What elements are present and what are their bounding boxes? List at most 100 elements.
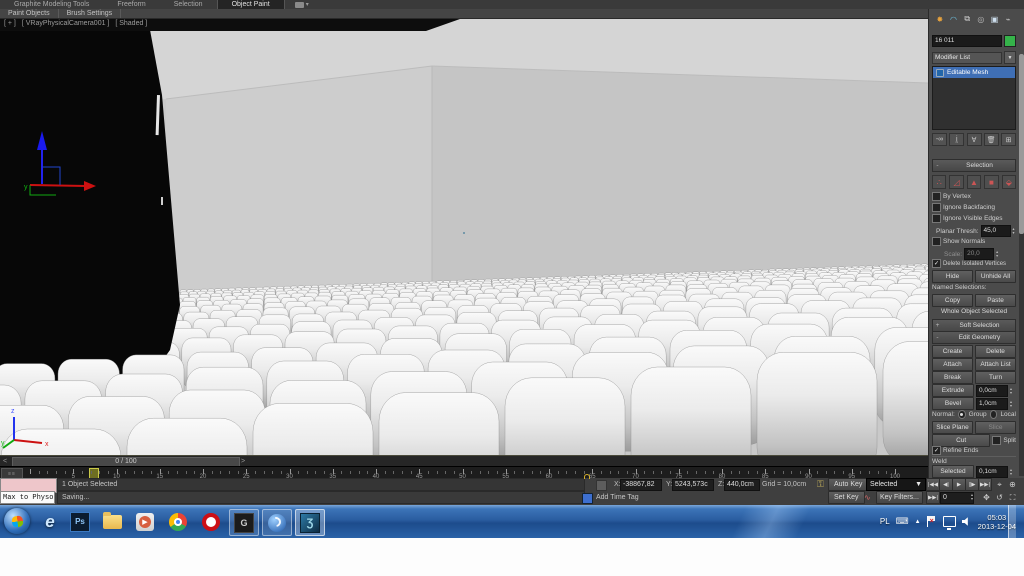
zoom-extents-icon[interactable]: ⊕ — [1006, 479, 1019, 490]
spinner-icon[interactable]: ▴▾ — [1010, 468, 1016, 476]
copy-button[interactable]: Copy — [932, 294, 973, 307]
object-name-field[interactable]: 16 011 — [932, 35, 1002, 47]
delete-isolated-checkbox[interactable]: ✓ — [932, 259, 941, 268]
previous-frame-button[interactable]: ◀| — [939, 478, 953, 491]
object-color-swatch[interactable] — [1004, 35, 1016, 47]
viewport[interactable]: y z x y [ + ] [ VRayPhysicalCamera001 ] … — [0, 19, 928, 455]
extrude-button[interactable]: Extrude — [932, 384, 974, 397]
keyboard-icon[interactable]: ⌨ — [896, 516, 909, 527]
ribbon-minimize-button[interactable]: ▾ — [295, 1, 309, 8]
ribbon-tab-graphite[interactable]: Graphite Modeling Tools — [0, 0, 103, 9]
remove-modifier-icon[interactable]: 🗑 — [984, 133, 999, 146]
set-key-button[interactable]: Set Key — [828, 491, 865, 504]
spinner-icon[interactable]: ▴▾ — [971, 493, 977, 501]
vertex-subobject-icon[interactable]: ∴ — [932, 175, 946, 189]
zoom-icon[interactable]: ⌖ — [993, 479, 1006, 490]
attach-list-button[interactable]: Attach List — [975, 358, 1016, 371]
ribbon-tab-object-paint[interactable]: Object Paint — [217, 0, 285, 9]
utilities-tab-icon[interactable]: ⌁ — [1002, 13, 1014, 25]
scrollbar-thumb[interactable] — [1019, 54, 1024, 234]
edit-geometry-rollout-header[interactable]: - Edit Geometry — [932, 331, 1016, 344]
absolute-mode-icon[interactable] — [596, 480, 607, 491]
taskbar-swirl-app[interactable] — [262, 509, 292, 536]
create-tab-icon[interactable]: ✸ — [934, 13, 946, 25]
show-desktop-button[interactable] — [1008, 505, 1016, 538]
taskbar-media-player[interactable]: ▶ — [131, 509, 159, 534]
set-keys-icon[interactable]: ∿ — [864, 493, 871, 502]
face-subobject-icon[interactable]: ▲ — [967, 175, 981, 189]
modifier-stack[interactable]: Editable Mesh — [932, 66, 1016, 130]
selection-set-dropdown[interactable]: Selected▼ — [866, 478, 926, 491]
extrude-field[interactable]: 0,0cm — [976, 385, 1008, 397]
chevron-down-icon[interactable]: ▼ — [1004, 51, 1016, 64]
by-vertex-checkbox[interactable] — [932, 192, 941, 201]
go-to-start-button[interactable]: |◀◀ — [926, 478, 940, 491]
play-button[interactable]: ▶ — [952, 478, 966, 491]
turn-button[interactable]: Turn — [975, 371, 1016, 384]
next-frame-arrow[interactable]: > — [241, 457, 245, 466]
key-filters-button[interactable]: Key Filters... — [876, 491, 923, 504]
selection-rollout-header[interactable]: - Selection — [932, 159, 1016, 172]
taskbar-explorer[interactable] — [98, 509, 126, 534]
attach-button[interactable]: Attach — [932, 358, 973, 371]
slice-button[interactable]: Slice — [975, 421, 1016, 434]
viewport-pov-menu[interactable]: [ VRayPhysicalCamera001 ] — [22, 20, 110, 27]
network-icon[interactable] — [943, 516, 956, 527]
ribbon-panel-paint-objects[interactable]: Paint Objects — [0, 9, 59, 18]
refine-ends-checkbox[interactable]: ✓ — [932, 446, 941, 455]
ignore-visible-edges-checkbox[interactable] — [932, 214, 941, 223]
modify-tab-icon[interactable]: ◠ — [948, 13, 960, 25]
taskbar-chrome[interactable] — [164, 509, 192, 534]
slice-plane-button[interactable]: Slice Plane — [932, 421, 973, 434]
paste-button[interactable]: Paste — [975, 294, 1016, 307]
viewport-general-menu[interactable]: [ + ] — [4, 20, 16, 27]
language-indicator[interactable]: PL — [880, 517, 890, 526]
motion-tab-icon[interactable]: ◎ — [975, 13, 987, 25]
x-coordinate-field[interactable]: -38867,82 — [620, 479, 662, 491]
planar-thresh-field[interactable]: 45,0 — [981, 225, 1011, 237]
current-frame-field[interactable]: 0 — [940, 492, 974, 504]
show-hidden-icons-arrow[interactable]: ▲ — [915, 519, 921, 525]
speaker-icon[interactable] — [962, 517, 972, 527]
y-coordinate-field[interactable]: 5243,573c — [672, 479, 714, 491]
break-button[interactable]: Break — [932, 371, 973, 384]
orbit-icon[interactable]: ↺ — [993, 492, 1006, 503]
spinner-icon[interactable]: ▴▾ — [1013, 227, 1016, 235]
action-center-flag-icon[interactable] — [927, 516, 937, 527]
make-unique-icon[interactable]: ∀ — [967, 133, 982, 146]
maximize-viewport-icon[interactable]: ⛶ — [1006, 492, 1019, 503]
taskbar-3dsmax[interactable]: Ʒ — [295, 509, 325, 536]
add-time-tag[interactable]: Add Time Tag — [596, 494, 639, 501]
create-button[interactable]: Create — [932, 345, 973, 358]
modifier-stack-item[interactable]: Editable Mesh — [933, 67, 1015, 78]
prev-frame-arrow[interactable]: < — [3, 457, 7, 466]
pin-stack-icon[interactable]: -∞ — [932, 133, 947, 146]
show-end-result-icon[interactable]: ḭ — [949, 133, 964, 146]
bevel-button[interactable]: Bevel — [932, 397, 974, 410]
z-coordinate-field[interactable]: 440,0cm — [724, 479, 760, 491]
taskbar-gom-app[interactable]: G — [229, 509, 259, 536]
bevel-field[interactable]: 1,0cm — [976, 398, 1008, 410]
key-mode-toggle[interactable]: ▶▶| — [926, 491, 940, 504]
ignore-backfacing-checkbox[interactable] — [932, 203, 941, 212]
unhide-all-button[interactable]: Unhide All — [975, 270, 1016, 283]
auto-key-button[interactable]: Auto Key — [828, 478, 868, 491]
normal-group-radio[interactable] — [958, 410, 966, 419]
normal-local-radio[interactable] — [990, 410, 998, 419]
display-tab-icon[interactable]: ▣ — [989, 13, 1001, 25]
weld-threshold-field[interactable]: 0,1cm — [976, 466, 1008, 478]
polygon-subobject-icon[interactable]: ■ — [984, 175, 998, 189]
configure-modifier-icon[interactable]: ⊞ — [1001, 133, 1016, 146]
taskbar-photoshop[interactable]: Ps — [66, 509, 94, 534]
show-normals-checkbox[interactable] — [932, 237, 941, 246]
go-to-end-button[interactable]: ▶▶| — [978, 478, 992, 491]
spinner-icon[interactable]: ▴▾ — [1010, 387, 1016, 395]
spinner-icon[interactable]: ▴▾ — [996, 250, 1002, 258]
taskbar-opera[interactable] — [197, 509, 225, 534]
split-checkbox[interactable] — [992, 436, 1001, 445]
panel-scrollbar[interactable] — [1019, 54, 1024, 476]
element-subobject-icon[interactable]: ⬙ — [1002, 175, 1016, 189]
taskbar-internet-explorer[interactable]: e — [36, 509, 64, 534]
edge-subobject-icon[interactable]: ◿ — [949, 175, 963, 189]
next-frame-button[interactable]: ||▶ — [965, 478, 979, 491]
